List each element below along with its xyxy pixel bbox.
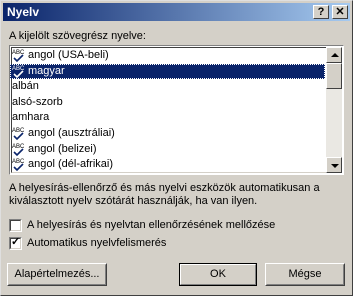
spellcheck-icon: ABC xyxy=(12,144,25,156)
list-item-label: amhara xyxy=(12,111,50,124)
skip-spellcheck-checkbox[interactable] xyxy=(9,219,22,232)
button-bevel xyxy=(8,264,106,285)
scroll-thumb[interactable] xyxy=(326,63,342,89)
button-bevel xyxy=(266,264,344,285)
list-caption: A kijelölt szövegrész nyelve: xyxy=(9,30,146,42)
language-dialog: Nyelv ? ✕ A kijelölt szövegrész nyelve: … xyxy=(0,0,353,296)
scroll-up-button[interactable] xyxy=(326,47,342,63)
dialog-title: Nyelv xyxy=(7,5,40,19)
list-item-label: angol (ausztráliai) xyxy=(28,127,115,139)
list-item-label: angol (belizei) xyxy=(28,142,97,155)
cancel-button[interactable]: Mégse xyxy=(265,263,345,286)
description-line-2: kiválasztott nyelv szótárát használják, … xyxy=(9,195,258,207)
help-button[interactable]: ? xyxy=(313,5,329,19)
spellcheck-icon: ABC xyxy=(12,159,25,172)
spellcheck-icon: ABC xyxy=(12,66,25,78)
list-item[interactable]: ABC angol (dél-afrikai) xyxy=(10,157,325,172)
list-item-label: angol (dél-afrikai) xyxy=(28,158,113,171)
down-arrow-icon xyxy=(331,164,339,168)
list-item-label: albán xyxy=(12,80,39,93)
list-item[interactable]: alsó-szorb xyxy=(10,95,325,110)
spellcheck-icon: ABC xyxy=(12,50,25,63)
auto-detect-checkbox[interactable]: ✓ xyxy=(9,236,22,250)
checkbox-frame xyxy=(10,220,21,231)
list-item[interactable]: ABC angol (USA-beli) xyxy=(10,48,325,63)
list-item-label: magyar xyxy=(28,64,65,77)
list-item[interactable]: albán xyxy=(10,79,325,94)
description-line-1: A helyesírás-ellenőrző és más nyelvi esz… xyxy=(9,182,320,194)
list-item[interactable]: ABC angol (belizei) xyxy=(10,142,325,157)
vertical-scrollbar[interactable] xyxy=(326,47,342,173)
language-listbox[interactable]: ABC angol (USA-beli) ABC magyar albán alsó-sz… xyxy=(9,45,344,175)
close-button[interactable]: ✕ xyxy=(332,5,348,19)
list-item[interactable]: ABC magyar xyxy=(10,63,325,79)
auto-detect-label[interactable]: Automatikus nyelvfelismerés xyxy=(27,237,166,249)
title-bar[interactable]: Nyelv ? ✕ xyxy=(3,3,350,21)
ok-button[interactable]: OK xyxy=(179,263,257,286)
checkmark-icon: ✓ xyxy=(11,236,21,248)
list-item[interactable]: ABC angol (ausztráliai) xyxy=(10,126,325,141)
scroll-down-button[interactable] xyxy=(326,157,342,173)
list-item[interactable]: amhara xyxy=(10,110,325,125)
up-arrow-icon xyxy=(331,53,339,57)
spellcheck-icon: ABC xyxy=(12,128,25,141)
list-item-label: angol (USA-beli) xyxy=(28,49,109,61)
default-button[interactable]: Alapértelmezés... xyxy=(7,263,107,286)
list-item-label: alsó-szorb xyxy=(12,95,63,108)
button-bevel xyxy=(180,264,256,285)
skip-spellcheck-label[interactable]: A helyesírás és nyelvtan ellenőrzésének … xyxy=(27,219,275,231)
